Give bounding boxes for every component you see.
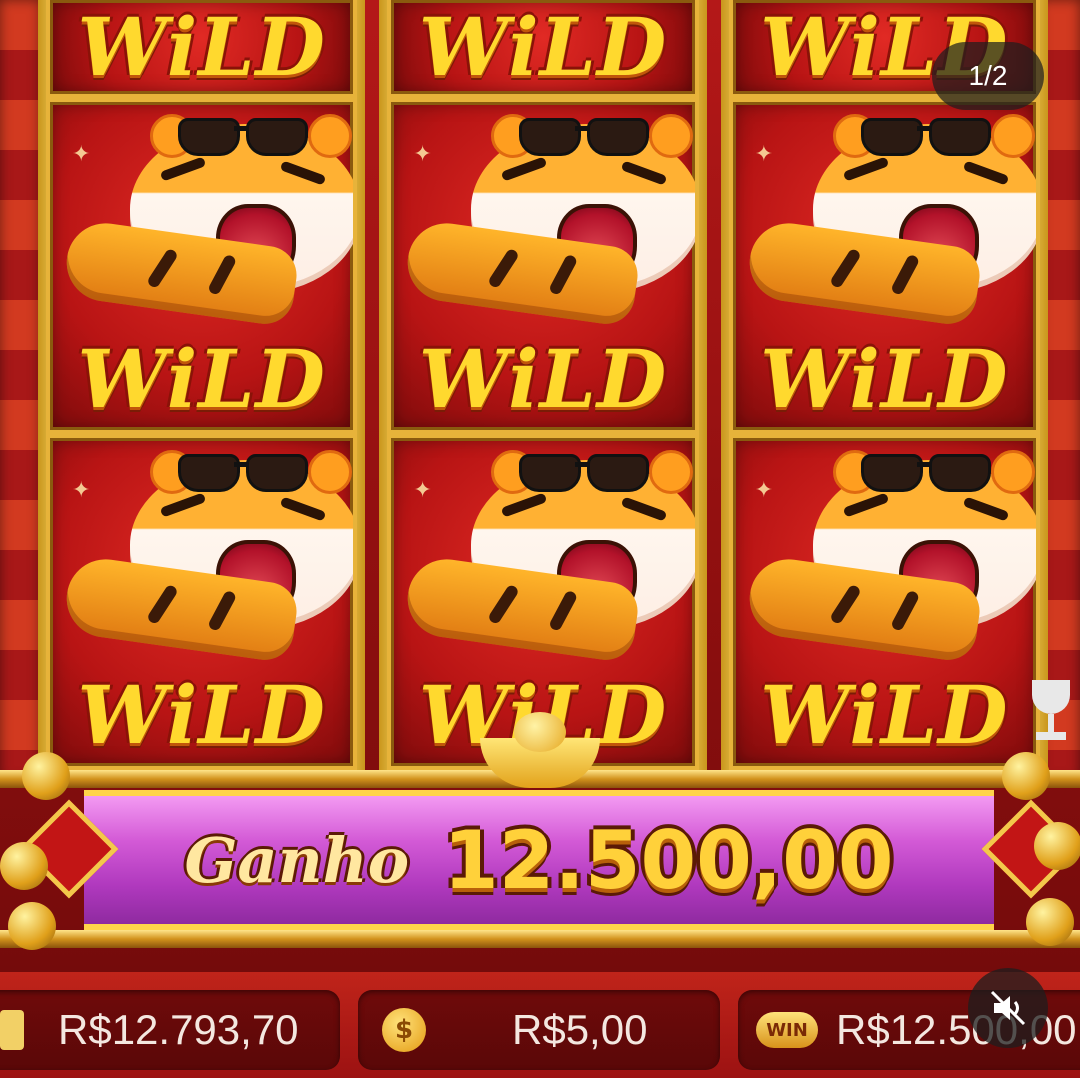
sunglasses-icon <box>519 454 650 492</box>
gold-rail-bottom <box>0 930 1080 948</box>
wild-tiger-tile: ✦ WiLD <box>46 434 358 770</box>
win-banner-amount: 12.500,00 <box>443 813 894 907</box>
lucky-knot-ornament <box>0 752 120 950</box>
wild-label: WiLD <box>418 0 668 94</box>
reel: WiLD ✦ <box>38 0 366 770</box>
win-banner-label: Ganho <box>184 823 410 897</box>
wild-label: WiLD <box>418 332 668 426</box>
slot-game-screen: WiLD ✦ WiLD ✦ WiLD WiLD ✦ WiLD ✦ WiLD ✦ … <box>0 0 1080 1078</box>
tiger-icon <box>744 114 1036 328</box>
tiger-icon <box>744 450 1036 664</box>
speaker-muted-icon <box>990 990 1026 1026</box>
balance-value: R$12.793,70 <box>58 1006 299 1053</box>
tiger-icon <box>61 450 354 664</box>
win-badge-icon: WIN <box>756 1012 818 1048</box>
sunglasses-icon <box>178 454 308 492</box>
wild-label: WiLD <box>760 332 1009 426</box>
bet-value: R$5,00 <box>512 1006 648 1053</box>
wild-label: WiLD <box>760 668 1009 762</box>
reel: WiLD ✦ <box>720 0 1048 770</box>
tiger-icon <box>61 114 354 328</box>
mute-button[interactable] <box>968 968 1048 1048</box>
wild-tiger-tile: ✦ WiLD <box>46 98 358 434</box>
lucky-knot-ornament <box>962 752 1080 946</box>
wild-symbol-tile: WiLD <box>387 0 699 98</box>
wild-label: WiLD <box>77 668 326 762</box>
wild-tiger-tile: ✦ WiLD <box>387 98 699 434</box>
tiger-icon <box>403 114 695 328</box>
sunglasses-icon <box>860 118 991 156</box>
bet-display[interactable]: $ R$5,00 <box>358 990 720 1070</box>
sunglasses-icon <box>519 118 650 156</box>
page-indicator: 1/2 <box>932 42 1044 110</box>
sunglasses-icon <box>860 454 991 492</box>
wild-symbol-tile: WiLD <box>46 0 358 98</box>
coin-stack-icon: $ <box>382 1008 426 1052</box>
tiger-icon <box>403 450 695 664</box>
left-decor-strip <box>0 0 40 780</box>
sunglasses-icon <box>178 118 308 156</box>
wild-tiger-tile: ✦ WiLD <box>728 98 1040 434</box>
wild-tiger-tile: ✦ WiLD <box>728 434 1040 770</box>
trophy-icon[interactable] <box>1026 680 1076 750</box>
reel: WiLD ✦ <box>379 0 707 770</box>
reels-grid: WiLD ✦ WiLD ✦ WiLD WiLD ✦ WiLD ✦ WiLD ✦ … <box>38 0 1048 770</box>
win-banner: Ganho 12.500,00 <box>84 790 994 930</box>
wild-label: WiLD <box>77 332 326 426</box>
wild-label: WiLD <box>77 0 326 94</box>
balance-display: R$12.793,70 <box>0 990 340 1070</box>
wallet-icon <box>0 1010 24 1050</box>
gold-ingot-icon <box>480 712 600 788</box>
